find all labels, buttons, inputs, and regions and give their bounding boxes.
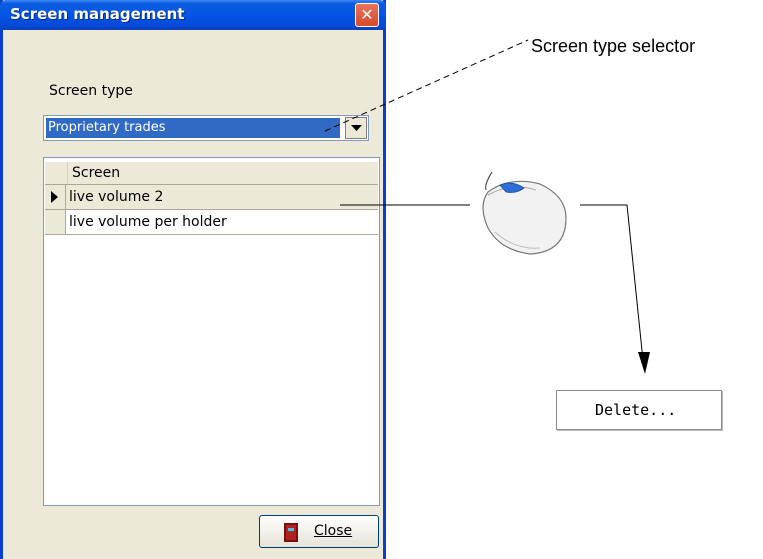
screen-type-selector-callout: Screen type selector	[531, 36, 696, 56]
delete-menu-label: Delete...	[595, 401, 677, 419]
mouse-icon	[482, 171, 567, 255]
annotation-overlay	[324, 39, 650, 374]
context-arrow-line	[580, 204, 645, 371]
arrowhead-icon	[638, 352, 650, 374]
callout-dashed-line	[324, 39, 529, 132]
delete-menu-item[interactable]: Delete...	[556, 390, 722, 430]
